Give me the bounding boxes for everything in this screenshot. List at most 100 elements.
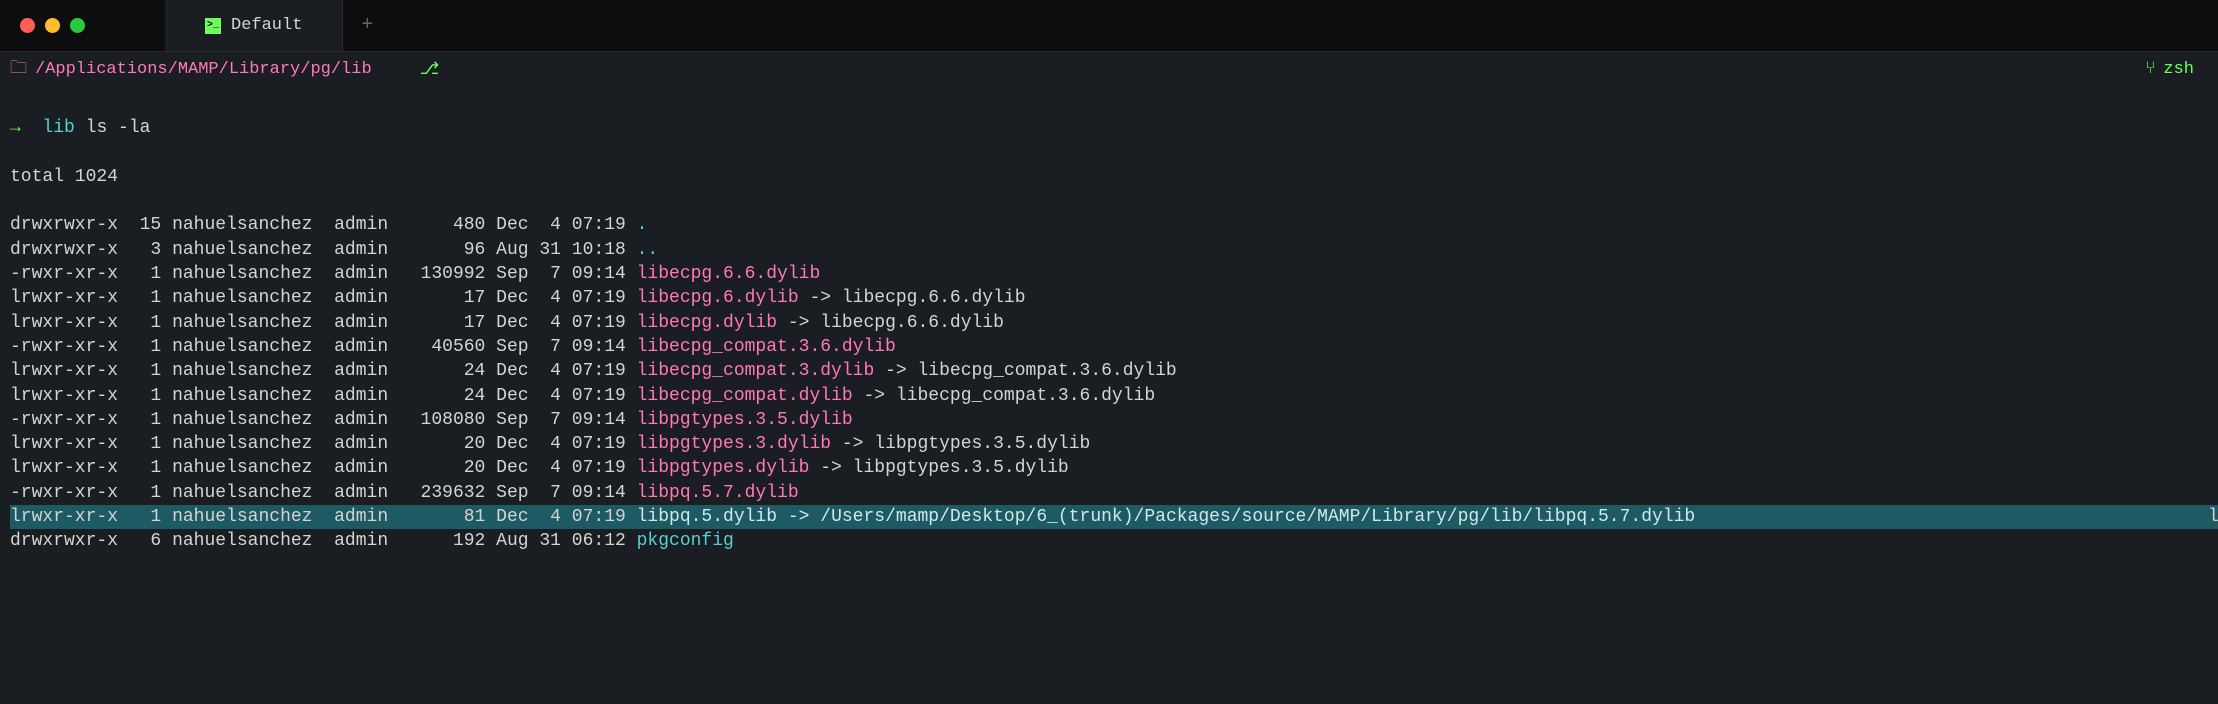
minimize-icon[interactable] [45,18,60,33]
date: Dec 4 07:19 [496,361,626,381]
date: Dec 4 07:19 [496,215,626,235]
cwd-path: /Applications/MAMP/Library/pg/lib [35,60,372,79]
filename: . [637,215,648,235]
listing-rows: drwxrwxr-x 15 nahuelsanchez admin 480 De… [10,213,2208,553]
terminal-output[interactable]: → lib ls -la total 1024 drwxrwxr-x 15 na… [0,86,2218,584]
filename: libpq.5.dylib [637,507,777,527]
size: 20 [410,434,486,454]
owner: nahuelsanchez [172,386,323,406]
size: 480 [410,215,486,235]
group: admin [334,337,399,357]
link-count: 1 [118,483,161,503]
date: Dec 4 07:19 [496,313,626,333]
close-icon[interactable] [20,18,35,33]
group: admin [334,458,399,478]
permissions: lrwxr-xr-x [10,434,118,454]
group: admin [334,410,399,430]
link-count: 1 [118,337,161,357]
shell-label: zsh [2163,60,2194,79]
owner: nahuelsanchez [172,483,323,503]
symlink-target: libecpg.6.6.dylib [820,313,1004,333]
list-row: lrwxr-xr-x 1 nahuelsanchez admin 24 Dec … [10,384,2208,408]
prompt-line: → lib ls -la [10,116,2208,140]
size: 81 [410,507,486,527]
size: 17 [410,288,486,308]
link-count: 1 [118,264,161,284]
link-count: 1 [118,313,161,333]
list-row: drwxrwxr-x 6 nahuelsanchez admin 192 Aug… [10,529,2208,553]
filename: libecpg.dylib [637,313,777,333]
size: 20 [410,458,486,478]
group: admin [334,531,399,551]
permissions: lrwxr-xr-x [10,507,118,527]
list-row: drwxrwxr-x 15 nahuelsanchez admin 480 De… [10,213,2208,237]
symlink-arrow-icon: -> [863,386,885,406]
date: Sep 7 09:14 [496,410,626,430]
size: 40560 [410,337,486,357]
owner: nahuelsanchez [172,410,323,430]
list-row: lrwxr-xr-x 1 nahuelsanchez admin 81 Dec … [10,505,2208,529]
permissions: drwxrwxr-x [10,240,118,260]
filename: libecpg_compat.3.6.dylib [637,337,896,357]
owner: nahuelsanchez [172,361,323,381]
total-line: total 1024 [10,165,2208,189]
list-row: -rwxr-xr-x 1 nahuelsanchez admin 130992 … [10,262,2208,286]
tab-default[interactable]: >_ Default [165,0,343,51]
group: admin [334,361,399,381]
symlink-target: /Users/mamp/Desktop/6_(trunk)/Packages/s… [820,507,1695,527]
symlink-arrow-icon: -> [788,507,810,527]
date: Sep 7 09:14 [496,337,626,357]
size: 96 [410,240,486,260]
date: Sep 7 09:14 [496,264,626,284]
owner: nahuelsanchez [172,337,323,357]
permissions: -rwxr-xr-x [10,337,118,357]
pathbar: 🗀 /Applications/MAMP/Library/pg/lib ⎇ ⑂ … [0,52,2218,86]
permissions: lrwxr-xr-x [10,458,118,478]
list-row: lrwxr-xr-x 1 nahuelsanchez admin 20 Dec … [10,456,2208,480]
link-count: 1 [118,410,161,430]
new-tab-button[interactable]: + [343,14,391,37]
prompt-command: ls -la [86,118,151,138]
permissions: lrwxr-xr-x [10,313,118,333]
symlink-arrow-icon: -> [820,458,842,478]
list-row: -rwxr-xr-x 1 nahuelsanchez admin 108080 … [10,408,2208,432]
filename: libecpg.6.dylib [637,288,799,308]
git-branch-icon: ⎇ [420,59,440,80]
symlink-target: libecpg.6.6.dylib [842,288,1026,308]
owner: nahuelsanchez [172,313,323,333]
date: Aug 31 10:18 [496,240,626,260]
owner: nahuelsanchez [172,507,323,527]
size: 24 [410,361,486,381]
tab-label: Default [231,16,302,35]
link-count: 1 [118,288,161,308]
pathbar-left: 🗀 /Applications/MAMP/Library/pg/lib ⎇ [10,55,439,84]
group: admin [334,483,399,503]
symlink-arrow-icon: -> [842,434,864,454]
prompt-dir: lib [42,118,74,138]
group: admin [334,313,399,333]
prompt-arrow-icon: → [10,118,21,138]
group: admin [334,215,399,235]
permissions: -rwxr-xr-x [10,264,118,284]
group: admin [334,264,399,284]
date: Sep 7 09:14 [496,483,626,503]
size: 17 [410,313,486,333]
list-row: lrwxr-xr-x 1 nahuelsanchez admin 17 Dec … [10,311,2208,335]
symlink-arrow-icon: -> [809,288,831,308]
date: Dec 4 07:19 [496,386,626,406]
maximize-icon[interactable] [70,18,85,33]
list-row: lrwxr-xr-x 1 nahuelsanchez admin 20 Dec … [10,432,2208,456]
owner: nahuelsanchez [172,434,323,454]
traffic-lights [20,18,85,33]
permissions: lrwxr-xr-x [10,361,118,381]
symlink-target: libpgtypes.3.5.dylib [853,458,1069,478]
link-count: 6 [118,531,161,551]
filename: libpq.5.7.dylib [637,483,799,503]
symlink-target: libecpg_compat.3.6.dylib [917,361,1176,381]
shell-icon: ⑂ [2145,60,2155,79]
filename: libpgtypes.3.5.dylib [637,410,853,430]
list-row: lrwxr-xr-x 1 nahuelsanchez admin 17 Dec … [10,286,2208,310]
permissions: lrwxr-xr-x [10,386,118,406]
list-row: drwxrwxr-x 3 nahuelsanchez admin 96 Aug … [10,238,2208,262]
filename: libpgtypes.dylib [637,458,810,478]
